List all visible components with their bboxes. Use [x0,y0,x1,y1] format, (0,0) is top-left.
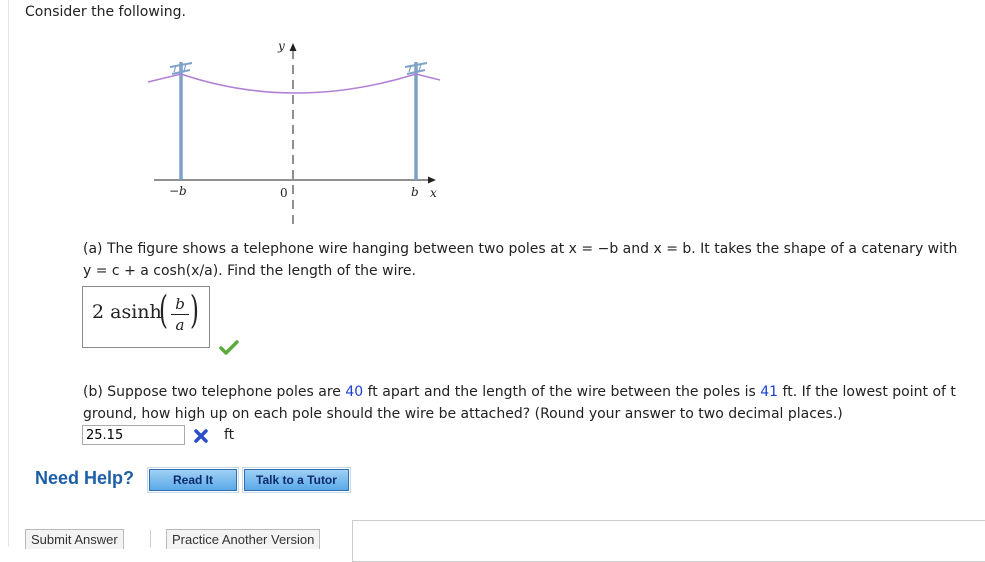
x-axis-arrow-icon [428,176,436,184]
part-a-answer-box[interactable]: 2 asinh ( b a ) [82,286,210,348]
footer-divider [150,530,151,547]
part-a-question-line2: y = c + a cosh(x/a). Find the length of … [83,263,416,279]
read-it-button[interactable]: Read It [147,467,239,493]
wire-catenary [147,73,440,94]
distance-value: 40 [345,384,364,400]
part-b-question-line1: (b) Suppose two telephone poles are 40 f… [83,384,956,400]
submit-answer-button[interactable]: Submit Answer [25,529,124,549]
answer-math-prefix: 2 asinh [92,301,162,323]
length-value: 41 [760,384,779,400]
y-axis-label: y [277,39,285,53]
right-paren: ) [189,288,199,332]
unit-label: ft [224,427,235,443]
y-axis-arrow-icon [289,43,297,51]
left-paren: ( [158,288,168,332]
x-axis-label: x [430,186,437,200]
catenary-figure: y x −b 0 b [147,39,440,224]
practice-another-version-button[interactable]: Practice Another Version [166,529,321,549]
talk-to-tutor-button[interactable]: Talk to a Tutor [242,467,351,493]
intro-text: Consider the following. [25,4,186,20]
correct-check-icon [219,340,239,355]
need-help-label: Need Help? [35,468,135,488]
fraction-denominator: a [175,316,185,334]
neg-b-label: −b [169,184,187,198]
left-border [8,0,9,547]
incorrect-x-icon [194,429,208,443]
part-b-answer-input[interactable] [82,425,185,445]
b-label: b [411,185,419,199]
origin-label: 0 [280,186,288,200]
notes-area[interactable] [352,520,985,562]
answer-fraction: b a [171,295,189,334]
part-b-question-line2: ground, how high up on each pole should … [83,406,843,422]
fraction-numerator: b [175,295,185,313]
part-a-question-line1: (a) The figure shows a telephone wire ha… [83,241,958,257]
